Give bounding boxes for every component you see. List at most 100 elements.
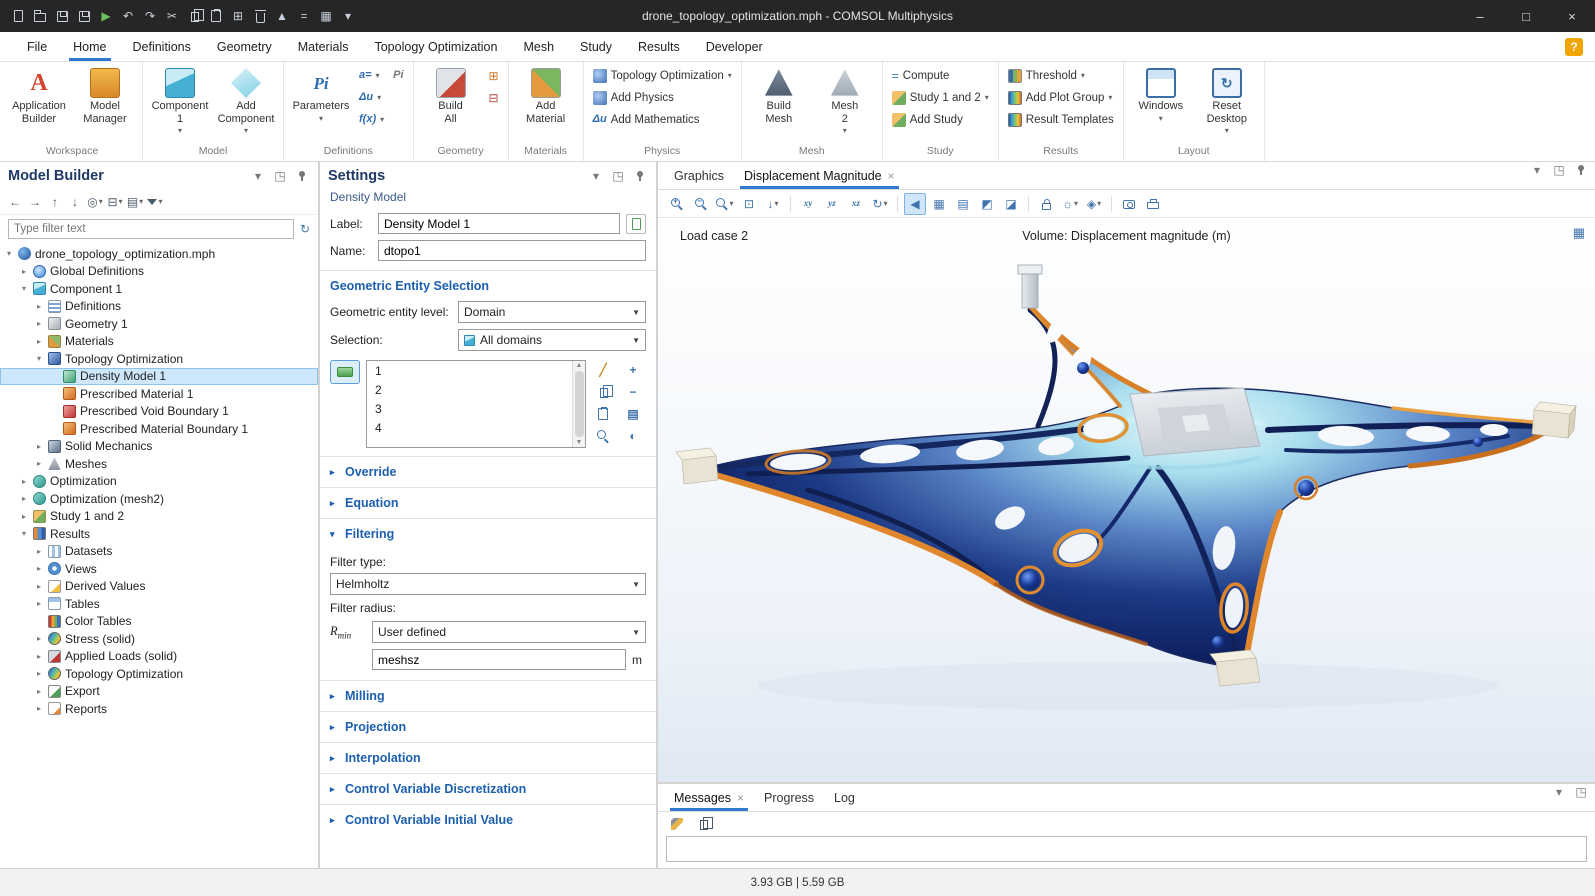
minimize-button[interactable]: –: [1457, 0, 1503, 32]
scroll-up-icon[interactable]: ▲: [576, 362, 583, 369]
tree-filter-input[interactable]: [8, 219, 294, 239]
ribbon-tab-results[interactable]: Results: [625, 32, 693, 61]
tree-item-geometry-1[interactable]: ▸Geometry 1: [0, 315, 318, 333]
tree-item-prescribed-void-boundary-1[interactable]: Prescribed Void Boundary 1: [0, 403, 318, 421]
tree-item-reports[interactable]: ▸Reports: [0, 700, 318, 718]
collapse-all-button[interactable]: ⊟▾: [106, 192, 124, 212]
tree-item-definitions[interactable]: ▸Definitions: [0, 298, 318, 316]
label-reference-button[interactable]: [626, 214, 646, 234]
domain-list-item[interactable]: 4: [367, 418, 585, 437]
delete-button[interactable]: [250, 5, 270, 27]
environment-reflections-button[interactable]: ◈▾: [1083, 193, 1105, 215]
tab-progress[interactable]: Progress: [754, 784, 824, 811]
expand-chevron-icon[interactable]: ▸: [34, 652, 44, 661]
graphics-canvas[interactable]: Load case 2 Volume: Displacement magnitu…: [658, 218, 1595, 782]
zoom-in-button[interactable]: [666, 193, 688, 215]
invert-selection-button[interactable]: ◐: [622, 426, 644, 446]
tree-item-derived-values[interactable]: ▸Derived Values: [0, 578, 318, 596]
filter-type-select[interactable]: Helmholtz ▼: [330, 573, 646, 595]
undo-button[interactable]: ↶: [118, 5, 138, 27]
expand-chevron-icon[interactable]: ▸: [34, 564, 44, 573]
tab-log[interactable]: Log: [824, 784, 865, 811]
ribbon-tab-developer[interactable]: Developer: [693, 32, 776, 61]
save-button[interactable]: [52, 5, 72, 27]
tree-item-results[interactable]: ▾Results: [0, 525, 318, 543]
filter-tree-button[interactable]: ▾: [146, 192, 164, 212]
show-grid-button[interactable]: ▦: [928, 193, 950, 215]
tab-displacement-magnitude[interactable]: Displacement Magnitude×: [734, 162, 905, 189]
domain-list[interactable]: 1234 ▲ ▼: [366, 360, 586, 448]
move-down-button[interactable]: ↓: [66, 192, 84, 212]
active-selection-toggle[interactable]: [330, 360, 360, 384]
remove-from-selection-button[interactable]: −: [622, 382, 644, 402]
ribbon-tab-topology-optimization[interactable]: Topology Optimization: [361, 32, 510, 61]
plot-context-icon[interactable]: ▦: [1573, 226, 1585, 239]
scene-light-button[interactable]: ☼▾: [1059, 193, 1081, 215]
selection-wand-button[interactable]: ╱: [592, 360, 614, 380]
show-material-color-button[interactable]: ▤: [952, 193, 974, 215]
copy-selection-button[interactable]: [592, 382, 614, 402]
tree-item-global-definitions[interactable]: ▸Global Definitions: [0, 263, 318, 281]
tree-item-stress-solid[interactable]: ▸Stress (solid): [0, 630, 318, 648]
expand-chevron-icon[interactable]: ▸: [34, 302, 44, 311]
close-tab-icon[interactable]: ×: [888, 169, 895, 183]
zoom-out-button[interactable]: [690, 193, 712, 215]
print-button[interactable]: [1142, 193, 1164, 215]
ribbon-button-build-mesh[interactable]: Build Mesh: [747, 65, 811, 143]
expand-chevron-icon[interactable]: ▸: [19, 267, 29, 276]
new-file-button[interactable]: [8, 5, 28, 27]
section-control-variable-discretization[interactable]: ▸Control Variable Discretization: [320, 773, 656, 804]
section-equation[interactable]: ▸Equation: [320, 487, 656, 518]
tree-item-optimization[interactable]: ▸Optimization: [0, 473, 318, 491]
ribbon-button-application-builder[interactable]: AApplication Builder: [7, 65, 71, 143]
ribbon-tab-home[interactable]: Home: [60, 32, 119, 61]
expand-chevron-icon[interactable]: ▸: [19, 512, 29, 521]
go-forward-button[interactable]: →: [26, 192, 44, 212]
select-mode-button[interactable]: ◀: [904, 193, 926, 215]
ribbon-tab-study[interactable]: Study: [567, 32, 625, 61]
compute-button[interactable]: =: [294, 5, 314, 27]
tree-item-tables[interactable]: ▸Tables: [0, 595, 318, 613]
section-projection[interactable]: ▸Projection: [320, 711, 656, 742]
tree-item-component-1[interactable]: ▾Component 1: [0, 280, 318, 298]
ribbon-tab-file[interactable]: File: [14, 32, 60, 61]
ribbon-button-pi[interactable]: Pi: [389, 65, 407, 86]
ribbon-button-nonlocal-couplings[interactable]: Δu▾: [355, 87, 388, 108]
close-tab-icon[interactable]: ×: [737, 791, 744, 805]
panel-collapse-button[interactable]: ▾: [1529, 162, 1545, 178]
tree-item-optimization-mesh2[interactable]: ▸Optimization (mesh2): [0, 490, 318, 508]
show-options-button[interactable]: ◎▾: [86, 192, 104, 212]
tree-item-solid-mechanics[interactable]: ▸Solid Mechanics: [0, 438, 318, 456]
tree-item-study-1-and-2[interactable]: ▸Study 1 and 2: [0, 508, 318, 526]
clip-plane-button[interactable]: ◪: [1000, 193, 1022, 215]
ribbon-button-add-physics[interactable]: Add Physics: [589, 87, 736, 108]
run-button[interactable]: ▶: [96, 5, 116, 27]
domain-list-scrollbar[interactable]: ▲ ▼: [572, 361, 585, 447]
ribbon-button-functions[interactable]: f(x)▾: [355, 109, 388, 130]
zoom-extents-button[interactable]: ⊡: [738, 193, 760, 215]
view-xz-button[interactable]: xz: [845, 193, 867, 215]
close-button[interactable]: ×: [1549, 0, 1595, 32]
name-input[interactable]: [378, 240, 646, 261]
expand-chevron-icon[interactable]: ▾: [19, 529, 29, 538]
section-override[interactable]: ▸Override: [320, 456, 656, 487]
tree-item-datasets[interactable]: ▸Datasets: [0, 543, 318, 561]
panel-float-button[interactable]: ◳: [1573, 784, 1589, 800]
cut-button[interactable]: ✂: [162, 5, 182, 27]
tab-messages[interactable]: Messages×: [664, 784, 754, 811]
expand-chevron-icon[interactable]: ▸: [34, 459, 44, 468]
selection-select[interactable]: All domains ▼: [458, 329, 646, 351]
tree-item-color-tables[interactable]: Color Tables: [0, 613, 318, 631]
panel-float-button[interactable]: ◳: [272, 168, 288, 184]
label-input[interactable]: [378, 213, 620, 234]
redo-button[interactable]: ↷: [140, 5, 160, 27]
expand-chevron-icon[interactable]: ▸: [34, 319, 44, 328]
tree-item-applied-loads-solid[interactable]: ▸Applied Loads (solid): [0, 648, 318, 666]
scroll-down-icon[interactable]: ▼: [576, 439, 583, 446]
tab-graphics[interactable]: Graphics: [664, 162, 734, 189]
image-snapshot-button[interactable]: [1118, 193, 1140, 215]
expand-chevron-icon[interactable]: ▾: [34, 354, 44, 363]
domain-list-item[interactable]: 1: [367, 361, 585, 380]
zoom-box-button[interactable]: ▾: [714, 193, 736, 215]
section-control-variable-initial-value[interactable]: ▸Control Variable Initial Value: [320, 804, 656, 835]
